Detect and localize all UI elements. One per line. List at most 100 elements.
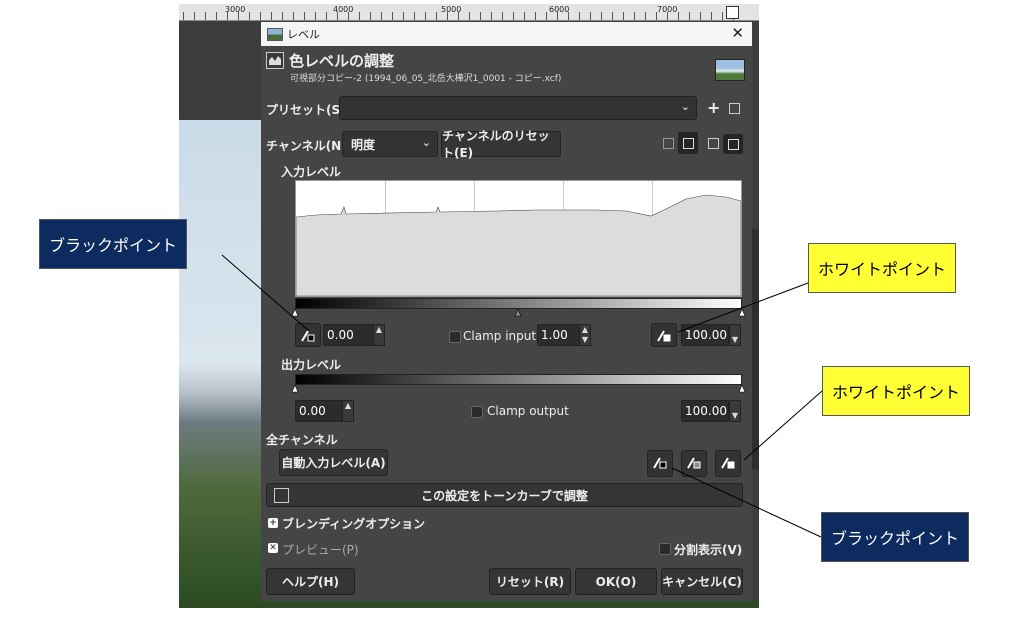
black-point-callout: ブラックポイント [39,219,188,269]
ruler-tick [656,12,657,20]
ruler-tick [392,12,393,20]
image-thumbnail [715,59,745,81]
edit-in-curves-button[interactable]: この設定をトーンカーブで調整 [266,483,743,507]
ruler-tick [678,12,679,20]
window-title: レベル [287,28,320,41]
ruler-tick [227,12,228,20]
expand-icon[interactable]: + [268,518,278,528]
input-white-handle [738,309,746,317]
photo-image [179,120,261,608]
reset-button[interactable]: リセット(R) [489,568,571,595]
ruler-tick [535,12,536,20]
black-point-callout: ブラックポイント [821,512,970,562]
cancel-button[interactable]: キャンセル(C) [661,568,743,595]
ruler-tick [711,12,712,20]
eyedropper-black-icon [653,457,667,469]
ruler-tick [623,12,624,20]
help-button[interactable]: ヘルプ(H) [266,568,355,595]
input-white-picker-button[interactable] [651,323,677,347]
ruler-tick [348,12,349,20]
input-slider-handles[interactable] [292,309,746,317]
histogram [295,180,742,297]
ruler-tick [469,12,470,20]
channel-combo[interactable]: 明度 ⌄ [342,131,438,157]
ruler-tick [502,12,503,20]
output-black-spin[interactable]: 0.00 [295,400,343,422]
ruler-tick [601,12,602,20]
gamma-spin[interactable]: 1.00 [537,324,581,346]
clamp-input-checkbox[interactable] [449,331,461,343]
preset-menu-icon[interactable] [729,103,740,114]
output-slider-handles[interactable] [292,385,746,393]
linear-scale-icon[interactable] [708,138,719,149]
ruler-tick [304,12,305,20]
output-white-spin[interactable]: 100.00 [681,400,729,422]
horizontal-ruler: 3000 4000 5000 6000 7000 [179,4,759,21]
ruler-tick [282,12,283,20]
log-scale-toggle[interactable] [723,134,743,154]
close-button[interactable]: ✕ [731,24,744,42]
dialog-titlebar: レベル ✕ [261,22,752,46]
channel-reset-button[interactable]: チャンネルのリセット(E) [441,129,561,160]
pick-gray-point-button[interactable] [681,450,707,477]
clamp-input-label: Clamp input [463,329,537,343]
input-black-picker-button[interactable] [295,323,321,347]
input-gamma-handle [514,309,522,317]
pick-black-point-button[interactable] [647,450,673,477]
ok-button[interactable]: OK(O) [575,568,657,595]
ruler-tick [458,12,459,20]
ruler-tick [557,12,558,20]
ruler-tick [216,12,217,20]
white-point-callout: ホワイトポイント [808,243,957,293]
eyedropper-black-icon [301,330,315,342]
add-preset-button[interactable]: + [707,98,720,117]
output-white-handle [738,385,746,393]
ruler-tick [238,12,239,20]
preset-combo[interactable]: ⌄ [339,96,697,120]
ruler-tick [205,12,206,20]
channel-value: 明度 [351,138,376,152]
input-black-spin[interactable]: 0.00 [323,324,374,346]
input-black-spin-arrows[interactable]: ▲ [373,324,385,346]
ruler-tick [480,12,481,20]
linear-histogram-icon[interactable] [663,138,674,149]
ruler-tick [249,12,250,20]
preview-label: プレビュー(P) [282,543,359,557]
ruler-tick [436,12,437,20]
ruler-tick [722,12,723,20]
ruler-tick [645,12,646,20]
input-gradient-bar [295,298,742,309]
preview-checkbox[interactable]: ✕ [268,543,278,553]
output-white-spin-arrows[interactable]: ▼ [729,400,741,422]
navigate-icon[interactable] [726,6,739,19]
log-histogram-icon [683,138,694,149]
clamp-output-checkbox[interactable] [471,406,483,418]
blending-options-expander[interactable]: ブレンディングオプション [282,515,425,532]
log-scale-icon [728,139,739,150]
ruler-tick [425,12,426,20]
ruler-tick [667,12,668,20]
ruler-tick [634,12,635,20]
auto-input-levels-button[interactable]: 自動入力レベル(A) [279,449,388,476]
log-histogram-toggle[interactable] [678,132,698,154]
eyedropper-gray-icon [687,457,701,469]
split-view-checkbox[interactable] [659,543,671,555]
dialog-header-title: 色レベルの調整 [289,52,395,70]
channel-label: チャンネル(N): [266,139,352,153]
gamma-spin-arrows[interactable]: ▲ ▼ [579,324,591,346]
ruler-tick [513,12,514,20]
input-black-handle [292,309,299,317]
chevron-down-icon: ⌄ [421,136,431,149]
output-gradient-bar [295,374,742,385]
eyedropper-white-icon [721,457,735,469]
levels-dialog: レベル ✕ 色レベルの調整 可視部分コピー-2 (1994_06_05_北岳大樺… [261,22,752,601]
ruler-tick [381,12,382,20]
ruler-tick [337,12,338,20]
eyedropper-white-icon [657,330,671,342]
input-white-spin-arrows[interactable]: ▼ [729,324,741,346]
chevron-down-icon: ⌄ [680,100,690,113]
ruler-tick [546,12,547,20]
pick-white-point-button[interactable] [715,450,741,477]
output-black-spin-arrows[interactable]: ▲ [342,400,354,422]
input-white-spin[interactable]: 100.00 [681,324,729,346]
